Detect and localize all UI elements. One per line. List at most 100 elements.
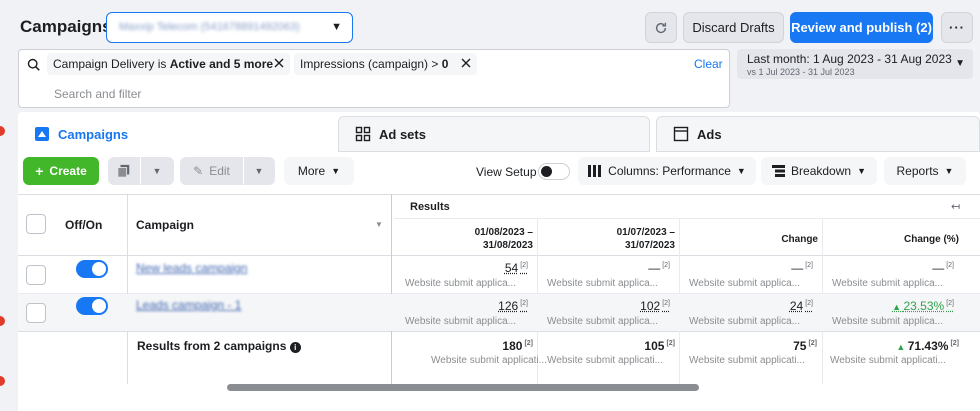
footnote: [2]: [662, 262, 670, 269]
campaigns-table: Off/On Campaign ▼ Results ↤ 01/08/2023 –…: [18, 194, 980, 384]
row2-change-pct-value[interactable]: ▲ 23.53% [2]: [878, 299, 954, 313]
total-change-sub: Website submit applicati...: [689, 355, 805, 366]
row2-change-sub: Website submit applica...: [689, 316, 800, 327]
date-range-main: Last month: 1 Aug 2023 - 31 Aug 2023: [747, 52, 952, 66]
edit-button[interactable]: ✎ Edit: [180, 157, 243, 185]
row-checkbox[interactable]: [26, 265, 46, 285]
chip-impressions-value: 0: [441, 57, 449, 71]
plus-icon: +: [35, 163, 44, 179]
account-selector[interactable]: Maxxip Telecom (541678891492063) ▼: [106, 12, 353, 43]
chevron-down-icon: ▼: [331, 21, 342, 33]
row1-period2-sub: Website submit applica...: [547, 278, 658, 289]
row1-period2-value: — [2]: [598, 261, 670, 275]
account-name: Maxxip Telecom (541678891492063): [119, 21, 300, 33]
create-button[interactable]: + Create: [23, 157, 99, 185]
total-change-pct-sub: Website submit applicati...: [830, 355, 946, 366]
notification-dot: [0, 376, 5, 386]
breakdown-label: Breakdown: [791, 164, 852, 178]
date-range-picker[interactable]: Last month: 1 Aug 2023 - 31 Aug 2023 vs …: [737, 49, 973, 79]
more-dots-icon: ···: [949, 20, 965, 35]
edit-dropdown[interactable]: ▼: [243, 157, 275, 185]
select-all-checkbox[interactable]: [26, 214, 46, 234]
view-setup-label: View Setup: [476, 165, 537, 179]
tab-ads[interactable]: Ads: [656, 116, 980, 152]
search-input[interactable]: Search and filter: [54, 87, 141, 101]
campaign-toggle[interactable]: [76, 297, 108, 315]
date-range-compare: vs 1 Jul 2023 - 31 Jul 2023: [747, 67, 855, 77]
chevron-down-icon: ▼: [254, 166, 264, 176]
duplicate-button[interactable]: [108, 157, 140, 185]
row2-change-value[interactable]: 24 [2]: [738, 299, 813, 313]
row-checkbox[interactable]: [26, 303, 46, 323]
tab-ad-sets[interactable]: Ad sets: [338, 116, 650, 152]
filter-bar[interactable]: Campaign Delivery is Active and 5 more I…: [18, 49, 730, 108]
row2-period2-value[interactable]: 102 [2]: [598, 299, 670, 313]
campaign-name-link[interactable]: Leads campaign - 1: [136, 298, 241, 312]
collapse-icon[interactable]: ↤: [951, 200, 960, 213]
footnote: [2]: [946, 300, 954, 307]
grid-icon: [355, 126, 371, 142]
total-period2-sub: Website submit applicati...: [547, 355, 663, 366]
filter-chip-delivery[interactable]: Campaign Delivery is Active and 5 more: [47, 53, 290, 75]
totals-label-text: Results from 2 campaigns: [137, 339, 287, 353]
view-setup-toggle[interactable]: [538, 163, 570, 180]
footnote: [2]: [805, 262, 813, 269]
breakdown-icon: [772, 165, 786, 177]
row1-period1-value[interactable]: 54 [2]: [458, 261, 528, 275]
toolbar: + Create ▼ ✎ Edit ▼ More ▼ View Setup Colum…: [18, 152, 980, 192]
top-bar: Campaigns Maxxip Telecom (54167889149206…: [0, 0, 980, 50]
horizontal-scrollbar[interactable]: [227, 384, 699, 391]
footnote: [2]: [946, 262, 954, 269]
close-icon[interactable]: [459, 56, 473, 70]
review-publish-button[interactable]: Review and publish (2): [790, 12, 933, 43]
period1-header: 01/08/2023 – 31/08/2023: [438, 226, 533, 252]
chip-delivery-value: Active and 5 more: [169, 57, 274, 71]
footnote: [2]: [520, 262, 528, 269]
more-options-button[interactable]: ···: [941, 12, 973, 43]
toggle-knob: [92, 299, 106, 313]
change-pct-header: Change (%): [904, 234, 959, 245]
row1-period2-number: —: [648, 261, 661, 275]
row1-change-sub: Website submit applica...: [689, 278, 800, 289]
campaign-toggle[interactable]: [76, 260, 108, 278]
columns-icon: [588, 165, 602, 177]
totals-label: Results from 2 campaigns i: [137, 339, 301, 353]
ad-frame-icon: [673, 126, 689, 142]
info-icon[interactable]: i: [289, 342, 301, 353]
edit-label: Edit: [209, 164, 230, 178]
up-arrow-icon: ▲: [896, 342, 908, 352]
breakdown-button[interactable]: Breakdown ▼: [761, 157, 877, 185]
sort-icon[interactable]: ▼: [375, 220, 383, 229]
row1-change-value: — [2]: [738, 261, 813, 275]
tab-ad-sets-label: Ad sets: [379, 126, 426, 142]
tab-campaigns-label: Campaigns: [58, 126, 129, 142]
tab-campaigns[interactable]: Campaigns: [18, 116, 332, 152]
columns-button[interactable]: Columns: Performance ▼: [578, 157, 756, 185]
row2-change-number: 24: [789, 299, 804, 313]
filter-chip-impressions[interactable]: Impressions (campaign) > 0: [294, 53, 477, 75]
chevron-down-icon: ▼: [955, 58, 965, 69]
duplicate-dropdown[interactable]: ▼: [140, 157, 174, 185]
chip-impressions-text: Impressions (campaign) >: [300, 57, 442, 71]
row2-period1-sub: Website submit applica...: [405, 316, 516, 327]
footnote: [2]: [805, 300, 813, 307]
campaign-icon: [35, 127, 49, 141]
close-icon[interactable]: [272, 56, 286, 70]
notification-dot: [0, 316, 5, 326]
discard-drafts-button[interactable]: Discard Drafts: [683, 12, 784, 43]
footnote: [2]: [520, 300, 528, 307]
chevron-down-icon: ▼: [944, 166, 954, 176]
clear-filters-link[interactable]: Clear: [694, 57, 723, 71]
period1-header-line2: 31/08/2023: [482, 240, 533, 251]
total-period1-value: 180 [2]: [458, 339, 533, 353]
duplicate-icon: [117, 164, 130, 178]
refresh-button[interactable]: [645, 12, 677, 43]
campaign-name-link[interactable]: New leads campaign: [136, 261, 247, 275]
footnote: [2]: [666, 340, 675, 347]
more-button[interactable]: More ▼: [284, 157, 354, 185]
campaign-header[interactable]: Campaign: [136, 218, 194, 232]
chevron-down-icon: ▼: [152, 166, 162, 176]
reports-button[interactable]: Reports ▼: [884, 157, 966, 185]
period1-header-line1: 01/08/2023 –: [474, 227, 533, 238]
row2-period1-value[interactable]: 126 [2]: [458, 299, 528, 313]
